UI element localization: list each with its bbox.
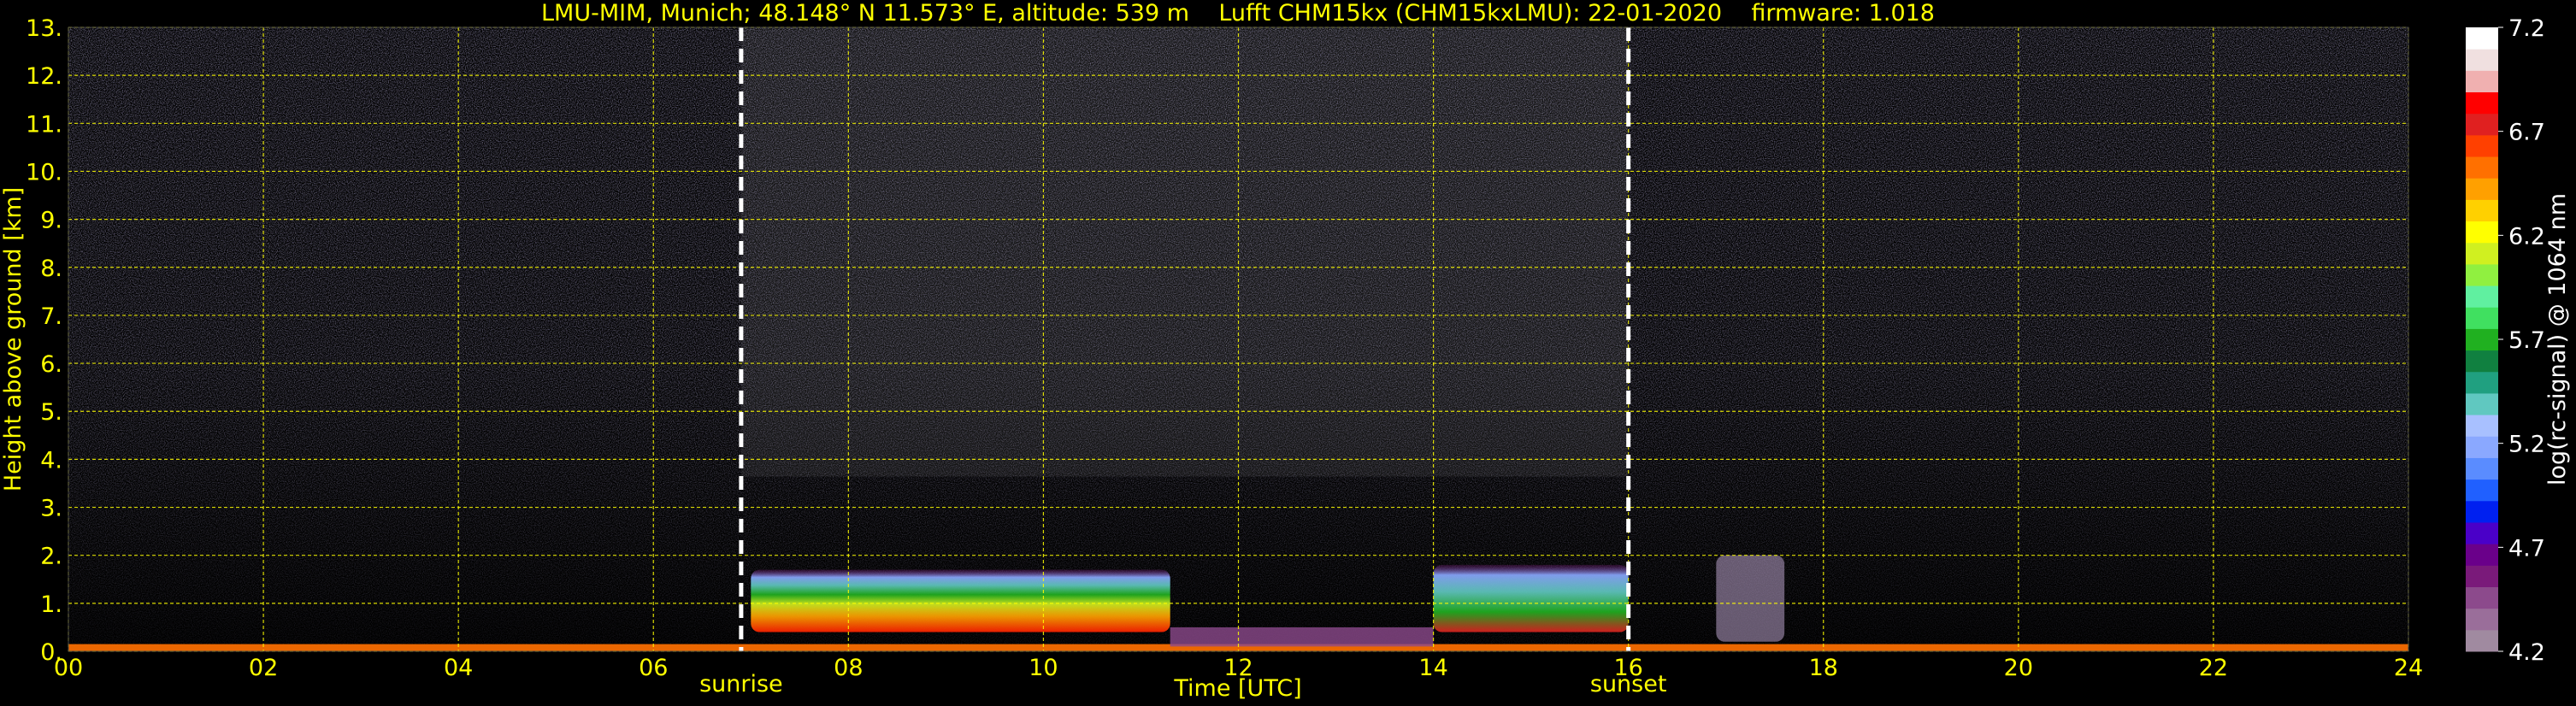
- colorbar-segment: [2466, 263, 2498, 286]
- colorbar-segment: [2466, 49, 2498, 71]
- boundary-layer: [1170, 627, 1434, 647]
- y-tick-label: 9.: [40, 208, 62, 234]
- colorbar-segment: [2466, 70, 2498, 93]
- colorbar-segment: [2466, 392, 2498, 415]
- colorbar-segment: [2466, 27, 2498, 50]
- x-axis-label: Time [UTC]: [1173, 675, 1301, 702]
- chart-title: LMU-MIM, Munich; 48.148° N 11.573° E, al…: [541, 0, 1935, 26]
- y-tick-label: 1.: [40, 591, 62, 618]
- y-axis-label: Height above ground [km]: [0, 187, 27, 491]
- colorbar-segment: [2466, 586, 2498, 609]
- sunrise-label: sunrise: [699, 671, 783, 697]
- signal-layer: [1433, 564, 1629, 632]
- colorbar-segment: [2466, 199, 2498, 222]
- colorbar-segment: [2466, 242, 2498, 265]
- colorbar-segment: [2466, 91, 2498, 115]
- colorbar-segment: [2466, 178, 2498, 200]
- colorbar-segment: [2466, 221, 2498, 244]
- colorbar-tick-label: 6.7: [2508, 120, 2545, 146]
- colorbar-segment: [2466, 521, 2498, 544]
- y-tick-label: 0.: [40, 639, 62, 666]
- colorbar-tick-label: 5.2: [2508, 432, 2545, 458]
- colorbar-segment: [2466, 350, 2498, 373]
- x-tick-label: 04: [444, 655, 473, 681]
- y-tick-label: 3.: [40, 496, 62, 522]
- y-tick-label: 7.: [40, 303, 62, 330]
- colorbar-segment: [2466, 113, 2498, 136]
- colorbar-tick-label: 4.2: [2508, 639, 2545, 666]
- x-tick-label: 08: [834, 655, 863, 681]
- colorbar-segment: [2466, 307, 2498, 329]
- daytime-noise: [740, 27, 1629, 477]
- colorbar-tick-label: 6.2: [2508, 223, 2545, 250]
- colorbar-label: log(rc-signal) @ 1064 nm: [2544, 193, 2571, 485]
- colorbar: 4.2 4.7 5.2 5.7 6.2 6.7 7.2 log(rc-signal) @ 10…: [2466, 15, 2571, 666]
- x-tick-label: 22: [2199, 655, 2228, 681]
- colorbar-segment: [2466, 629, 2498, 652]
- colorbar-segment: [2466, 436, 2498, 458]
- colorbar-tick-label: 7.2: [2508, 15, 2545, 42]
- colorbar-tick-label: 5.7: [2508, 327, 2545, 354]
- x-tick-label: 16: [1613, 655, 1642, 681]
- x-tick-label: 10: [1029, 655, 1058, 681]
- colorbar-segment: [2466, 328, 2498, 351]
- x-tick-label: 18: [1809, 655, 1838, 681]
- colorbar-segment: [2466, 134, 2498, 157]
- colorbar-segment: [2466, 544, 2498, 566]
- y-tick-label: 4.: [40, 447, 62, 474]
- signal-layer: [751, 569, 1170, 632]
- x-tick-label: 20: [2004, 655, 2033, 681]
- colorbar-segment: [2466, 285, 2498, 308]
- y-tick-label: 12.: [26, 63, 62, 90]
- y-tick-label: 2.: [40, 544, 62, 570]
- signal-layer: [1716, 555, 1785, 642]
- colorbar-segment: [2466, 608, 2498, 631]
- x-tick-label: 14: [1418, 655, 1447, 681]
- colorbar-segment: [2466, 565, 2498, 587]
- colorbar-tick-label: 4.7: [2508, 535, 2545, 562]
- colorbar-segment: [2466, 479, 2498, 502]
- y-tick-label: 13.: [26, 15, 62, 42]
- y-tick-label: 11.: [26, 111, 62, 138]
- x-tick-label: 24: [2394, 655, 2423, 681]
- x-tick-label: 02: [249, 655, 278, 681]
- ceilometer-chart: sunrise sunset00 02 04 06 08 10 12 14 16 18 20 22 240…: [0, 0, 2571, 702]
- colorbar-segment: [2466, 156, 2498, 179]
- colorbar-segment: [2466, 457, 2498, 480]
- x-tick-label: 06: [639, 655, 668, 681]
- y-tick-label: 10.: [26, 159, 62, 185]
- colorbar-segment: [2466, 371, 2498, 394]
- y-tick-label: 6.: [40, 351, 62, 378]
- y-tick-label: 8.: [40, 256, 62, 282]
- y-tick-label: 5.: [40, 399, 62, 426]
- colorbar-segment: [2466, 415, 2498, 437]
- colorbar-segment: [2466, 500, 2498, 523]
